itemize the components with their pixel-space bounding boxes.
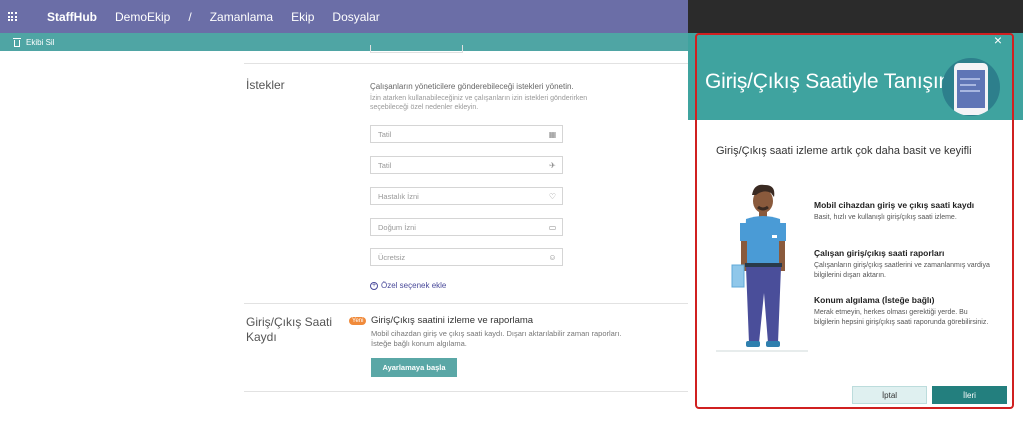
briefcase-icon: ▦	[548, 129, 557, 139]
section-divider	[244, 63, 688, 64]
requests-description: Çalışanların yöneticilere gönderebileceğ…	[370, 82, 574, 91]
feature-2-body: Çalışanların giriş/çıkış saatlerini ve z…	[814, 262, 990, 279]
feature-1-title: Mobil cihazdan giriş ve çıkış saati kayd…	[814, 200, 975, 210]
delete-team-button[interactable]: Ekibi Sil	[26, 38, 54, 47]
waffle-icon[interactable]	[0, 0, 24, 33]
intro-panel: Giriş/Çıkış Saatiyle Tanışın × Giriş/Çık…	[688, 33, 1023, 425]
airplane-icon: ✈	[549, 160, 556, 170]
request-field-sick[interactable]: Hastalık İzni ♡	[370, 187, 563, 205]
plus-icon: +	[370, 281, 378, 290]
field-value: Doğum İzni	[378, 222, 416, 232]
trash-icon[interactable]	[13, 37, 21, 47]
feature-1-body: Basit, hızlı ve kullanışlı giriş/çıkış s…	[814, 214, 957, 221]
phone-icon	[942, 58, 1000, 116]
field-value: Hastalık İzni	[378, 191, 419, 201]
request-field-maternity[interactable]: Doğum İzni ▭	[370, 218, 563, 236]
request-field-travel[interactable]: Tatil ✈	[370, 156, 563, 174]
start-setup-button[interactable]: Ayarlamaya başla	[371, 358, 457, 377]
section-divider	[244, 391, 688, 392]
close-icon[interactable]: ×	[991, 33, 1005, 47]
field-value: Tatil	[378, 160, 392, 170]
settings-content: İstekler Çalışanların yöneticilere gönde…	[0, 45, 688, 425]
smiley-icon: ☺	[548, 252, 557, 262]
feature-3-title: Konum algılama (İsteğe bağlı)	[814, 295, 935, 305]
feature-2-title: Çalışan giriş/çıkış saati raporları	[814, 248, 945, 258]
team-name[interactable]: DemoEkip	[115, 10, 170, 24]
add-custom-option-link[interactable]: + Özel seçenek ekle	[370, 281, 446, 290]
field-value: Tatil	[378, 129, 392, 139]
panel-title: Giriş/Çıkış Saatiyle Tanışın	[705, 70, 950, 93]
heart-icon: ♡	[548, 191, 557, 201]
employee-illustration	[716, 184, 808, 352]
requests-title: İstekler	[246, 78, 285, 92]
request-field-unpaid[interactable]: Ücretsiz ☺	[370, 248, 563, 266]
requests-hint: İzin atarken kullanabileceğiniz ve çalış…	[370, 95, 588, 111]
nav-team[interactable]: Ekip	[291, 10, 314, 24]
cancel-button[interactable]: İptal	[852, 386, 927, 404]
timeclock-feature-desc: Mobil cihazdan giriş ve çıkış saati kayd…	[371, 329, 622, 348]
section-divider	[244, 303, 688, 304]
field-value: Ücretsiz	[378, 252, 406, 262]
nav-schedule[interactable]: Zamanlama	[210, 10, 273, 24]
baby-icon: ▭	[548, 222, 557, 232]
new-badge: Yeni	[349, 317, 367, 325]
panel-subtitle: Giriş/Çıkış saati izleme artık çok daha …	[716, 145, 972, 157]
add-custom-label: Özel seçenek ekle	[381, 281, 447, 290]
partial-field	[370, 45, 463, 53]
timeclock-feature-title: Giriş/Çıkış saatini izleme ve raporlama	[371, 315, 534, 326]
panel-header: Giriş/Çıkış Saatiyle Tanışın	[688, 33, 1023, 120]
next-button[interactable]: İleri	[932, 386, 1007, 404]
nav-files[interactable]: Dosyalar	[332, 10, 379, 24]
feature-3-body: Merak etmeyin, herkes olması gerektiği y…	[814, 309, 989, 326]
app-name[interactable]: StaffHub	[47, 10, 97, 24]
timeclock-title: Giriş/Çıkış Saati Kaydı	[246, 315, 333, 344]
breadcrumb-separator: /	[188, 9, 192, 24]
request-field-vacation[interactable]: Tatil ▦	[370, 125, 563, 143]
